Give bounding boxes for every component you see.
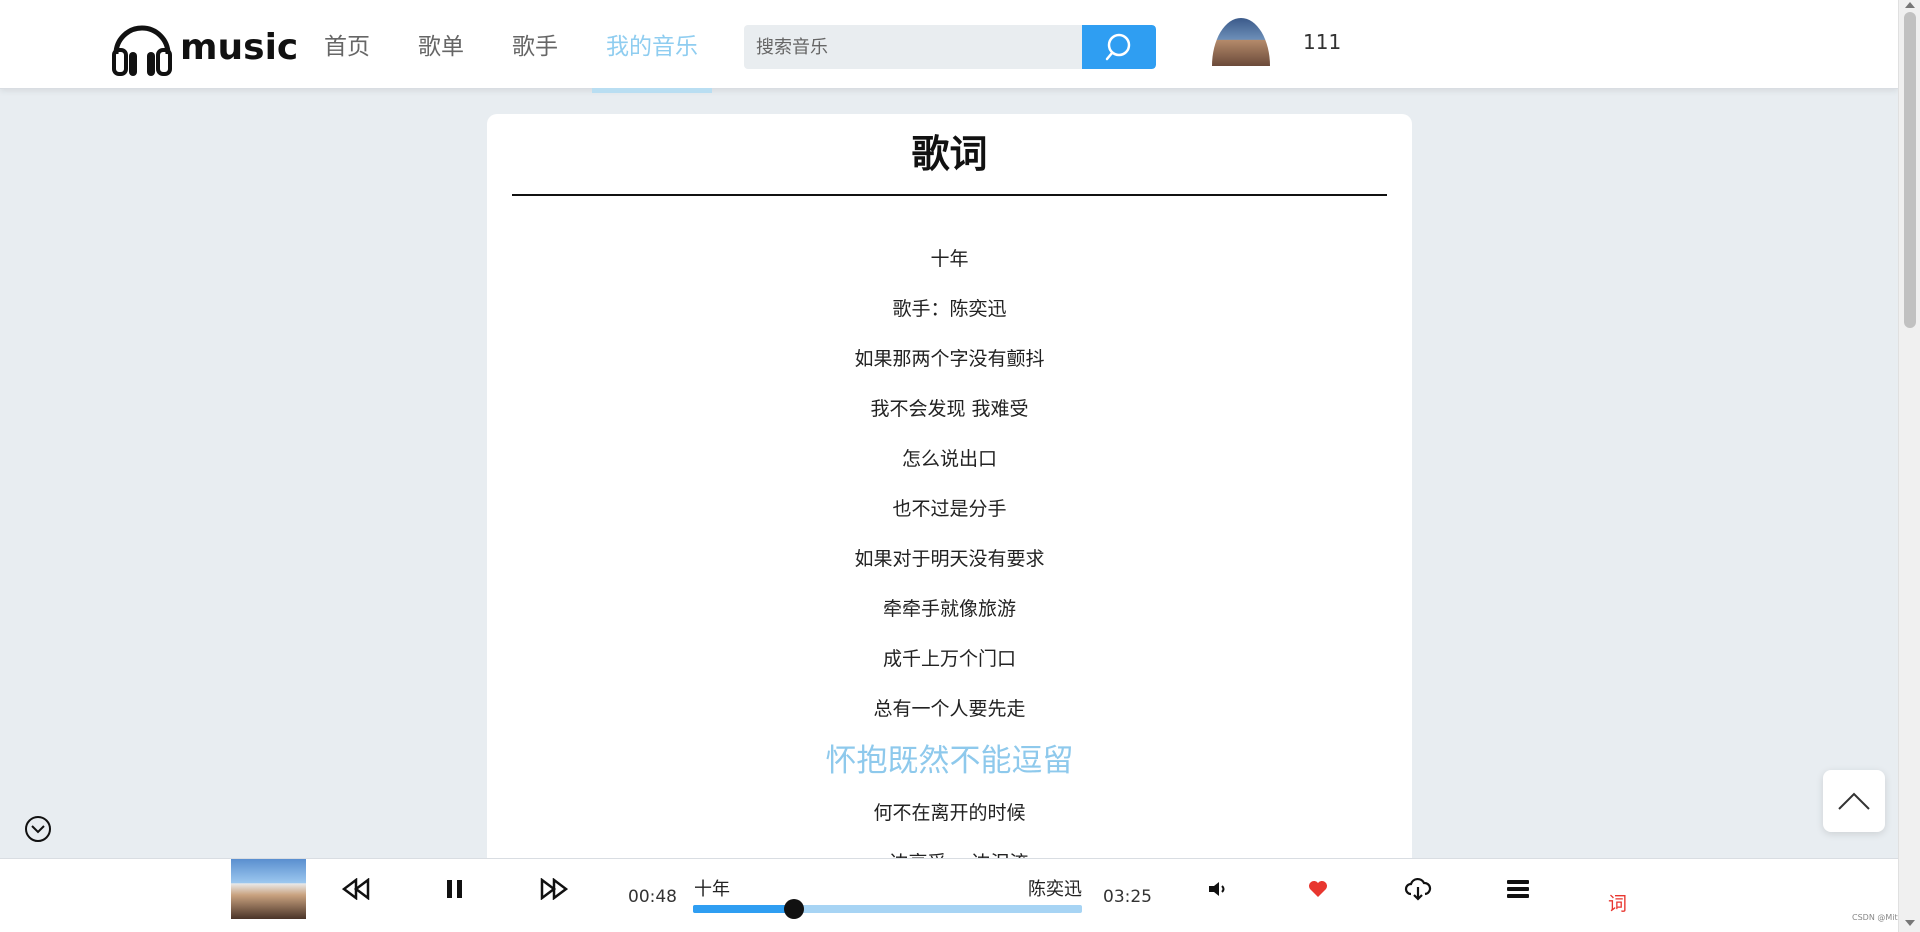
lyric-line: 牵牵手就像旅游 xyxy=(882,598,1016,620)
total-time: 03:25 xyxy=(1103,887,1152,907)
lyric-line: 如果对于明天没有要求 xyxy=(854,548,1045,570)
progress-knob[interactable] xyxy=(784,899,805,919)
like-button[interactable] xyxy=(1298,869,1338,909)
headphones-icon xyxy=(112,25,172,76)
volume-icon xyxy=(1209,882,1225,896)
rewind-icon xyxy=(342,878,370,900)
player-bar: 00:48 十年 陈奕迅 03:25 词 xyxy=(0,858,1898,932)
list-icon xyxy=(1507,880,1529,898)
current-time: 00:48 xyxy=(628,887,677,907)
nav-singers[interactable]: 歌手 xyxy=(488,0,582,88)
lyric-line: 如果那两个字没有颤抖 xyxy=(854,348,1045,370)
watermark: CSDN @Mitt xyxy=(1852,913,1901,922)
nav-playlists[interactable]: 歌单 xyxy=(394,0,488,88)
lyric-line: 歌手：陈奕迅 xyxy=(892,298,1007,320)
logo-text: music xyxy=(180,26,299,68)
progress-fill xyxy=(693,905,795,913)
main-nav: 首页 歌单 歌手 我的音乐 xyxy=(300,0,722,93)
page: music 首页 歌单 歌手 我的音乐 111 歌词 十年 歌手：陈奕迅 如果那… xyxy=(0,0,1920,932)
search-icon xyxy=(1105,33,1131,61)
scroll-thumb[interactable] xyxy=(1904,12,1916,328)
prev-button[interactable] xyxy=(336,869,376,909)
lyric-line: 我不会发现 我难受 xyxy=(870,398,1029,420)
search-bar xyxy=(744,25,1156,69)
playlist-button[interactable] xyxy=(1498,869,1538,909)
progress-bar[interactable] xyxy=(693,899,1082,919)
username[interactable]: 111 xyxy=(1303,30,1341,54)
top-navbar: music 首页 歌单 歌手 我的音乐 111 xyxy=(0,0,1898,93)
play-pause-button[interactable] xyxy=(435,869,475,909)
scroll-up-icon[interactable] xyxy=(1905,2,1915,8)
chevron-down-circle-icon[interactable] xyxy=(24,815,52,843)
download-button[interactable] xyxy=(1398,869,1438,909)
chevron-up-icon xyxy=(1838,792,1870,810)
song-name: 十年 xyxy=(694,879,730,900)
scrollbar[interactable] xyxy=(1898,0,1920,932)
search-button[interactable] xyxy=(1082,25,1156,69)
lyric-line: 十年 xyxy=(930,248,969,270)
nav-my-music[interactable]: 我的音乐 xyxy=(582,0,722,93)
pause-icon xyxy=(447,880,462,898)
lyrics-title: 歌词 xyxy=(512,124,1387,196)
lyric-line-current: 怀抱既然不能逗留 xyxy=(825,743,1074,779)
heart-icon xyxy=(1309,881,1327,897)
singer-name: 陈奕迅 xyxy=(1028,879,1082,900)
lyric-line: 怎么说出口 xyxy=(901,448,997,470)
scroll-down-icon[interactable] xyxy=(1905,920,1915,926)
lyric-toggle-button[interactable]: 词 xyxy=(1608,889,1627,916)
fast-forward-icon xyxy=(540,878,568,900)
search-input[interactable] xyxy=(744,25,1082,69)
nav-home[interactable]: 首页 xyxy=(300,0,394,88)
volume-button[interactable] xyxy=(1198,869,1238,909)
lyric-line: 也不过是分手 xyxy=(892,498,1007,520)
lyric-line: 何不在离开的时候 xyxy=(873,802,1026,824)
lyric-line: 总有一个人要先走 xyxy=(873,698,1026,720)
back-to-top-button[interactable] xyxy=(1823,770,1885,832)
album-cover[interactable] xyxy=(231,859,306,919)
logo[interactable]: music xyxy=(110,16,298,78)
lyrics-list: 十年 歌手：陈奕迅 如果那两个字没有颤抖 我不会发现 我难受 怎么说出口 也不过… xyxy=(487,234,1412,888)
avatar[interactable] xyxy=(1212,18,1270,66)
next-button[interactable] xyxy=(534,869,574,909)
lyric-line: 成千上万个门口 xyxy=(882,648,1016,670)
cloud-download-icon xyxy=(1404,877,1432,901)
lyrics-panel: 歌词 十年 歌手：陈奕迅 如果那两个字没有颤抖 我不会发现 我难受 怎么说出口 … xyxy=(487,114,1412,874)
